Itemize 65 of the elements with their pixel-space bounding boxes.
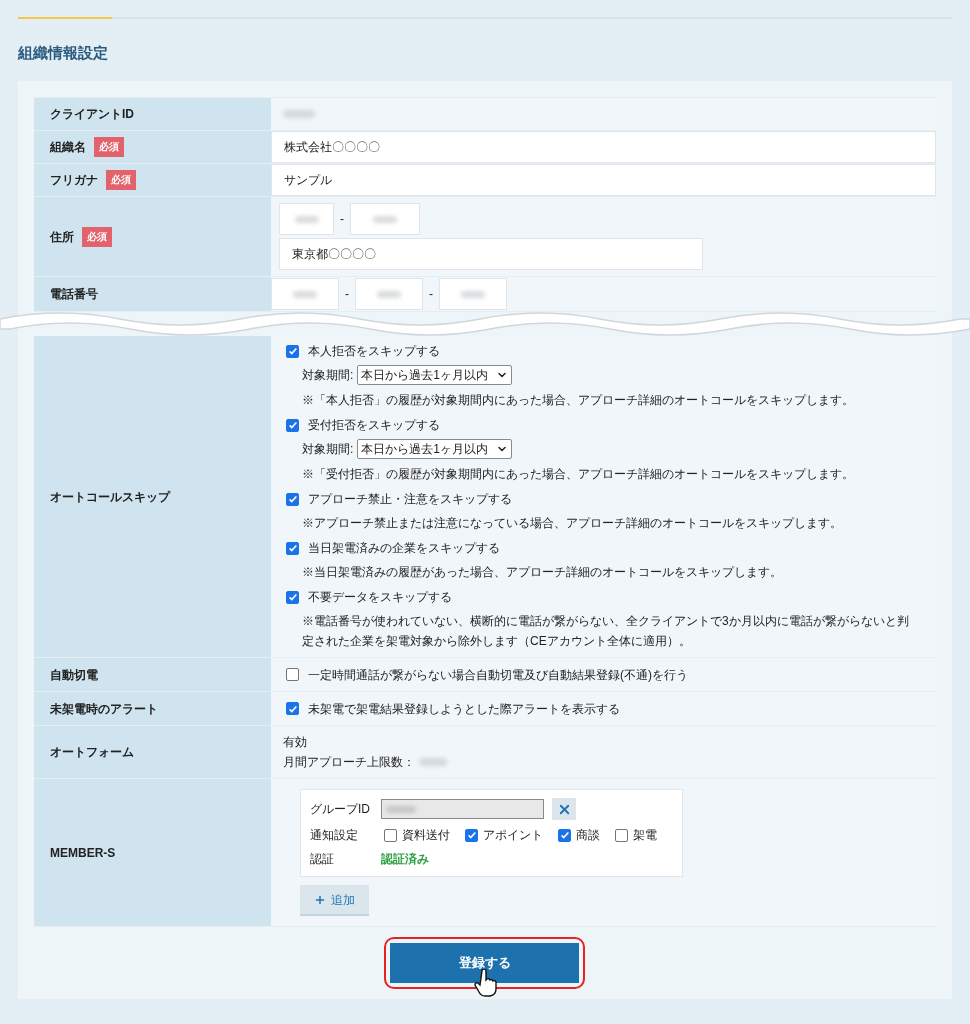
separator-text: - [429, 286, 433, 303]
field-label: 住所 [50, 228, 74, 246]
notify-option-label: 資料送付 [402, 827, 450, 844]
page-title: 組織情報設定 [18, 44, 109, 62]
required-badge: 必須 [82, 226, 112, 247]
notify-option-label: 架電 [633, 827, 657, 844]
option-label: アプローチ禁止・注意をスキップする [308, 491, 512, 508]
hand-cursor-icon [474, 969, 498, 997]
note-text: ※「受付拒否」の履歴が対象期間内にあった場合、アプローチ詳細のオートコールをスキップします。 [301, 466, 855, 483]
period-label: 対象期間: [302, 441, 354, 458]
field-label: フリガナ [50, 172, 98, 189]
note-text: ※アプローチ禁止または注意になっている場合、アプローチ詳細のオートコールをスキップします。 [301, 515, 843, 532]
notify-option-label: 商談 [576, 827, 600, 844]
limit-label: 月間アプローチ上限数： [283, 754, 415, 771]
checkbox[interactable] [286, 418, 299, 432]
checkbox[interactable] [286, 344, 299, 358]
status-text: 有効 [283, 734, 308, 751]
notify-label: 通知設定 [310, 827, 359, 844]
field-label: 自動切電 [50, 666, 98, 684]
submit-button[interactable]: 登録する [390, 943, 579, 983]
notify-option-label: アポイント [483, 827, 543, 844]
separator-text: - [340, 211, 344, 228]
add-button[interactable]: 追加 [300, 885, 369, 916]
option-label: 本人拒否をスキップする [308, 343, 440, 360]
checkbox[interactable] [286, 668, 299, 681]
input-field[interactable]: 株式会社〇〇〇〇 [271, 131, 936, 163]
option-label: 不要データをスキップする [308, 589, 452, 606]
note-text: ※当日架電済みの履歴があった場合、アプローチ詳細のオートコールをスキップします。 [301, 564, 783, 581]
period-select[interactable]: 本日から過去1ヶ月以内 [357, 439, 513, 459]
required-badge: 必須 [106, 170, 136, 190]
checkbox[interactable] [465, 828, 478, 842]
field-label: 電話番号 [50, 286, 98, 303]
field-label: オートコールスキップ [50, 488, 170, 506]
group-id-label: グループID [310, 801, 371, 818]
option-label: 当日架電済みの企業をスキップする [308, 540, 500, 557]
period-label: 対象期間: [302, 367, 354, 384]
field-label: オートフォーム [50, 744, 134, 761]
checkbox[interactable] [286, 541, 299, 555]
blurred-value [283, 110, 315, 118]
period-select[interactable]: 本日から過去1ヶ月以内 [357, 365, 513, 385]
separator-text: - [345, 286, 349, 303]
checkbox[interactable] [286, 702, 299, 715]
checkbox[interactable] [558, 828, 571, 842]
field-label: 未架電時のアラート [50, 700, 158, 718]
option-label: 一定時間通話が繋がらない場合自動切電及び自動結果登録(不通)を行う [308, 666, 688, 684]
checkbox[interactable] [286, 590, 299, 604]
option-label: 受付拒否をスキップする [308, 417, 440, 434]
input-field[interactable] [381, 799, 544, 819]
input-field[interactable]: サンプル [271, 164, 936, 196]
input-field[interactable]: 東京都〇〇〇〇 [279, 238, 703, 270]
close-button[interactable] [552, 798, 576, 820]
field-label: 組織名 [50, 139, 86, 156]
option-label: 未架電で架電結果登録しようとした際アラートを表示する [308, 700, 620, 718]
blurred-value [419, 758, 447, 766]
auth-status: 認証済み [381, 851, 429, 868]
checkbox[interactable] [384, 828, 397, 842]
auth-label: 認証 [310, 851, 335, 868]
checkbox[interactable] [286, 492, 299, 506]
required-badge: 必須 [94, 137, 124, 157]
field-label: MEMBER-S [50, 844, 116, 862]
note-text: ※「本人拒否」の履歴が対象期間内にあった場合、アプローチ詳細のオートコールをスキップします。 [301, 392, 855, 409]
note-text: ※電話番号が使われていない、横断的に電話が繋がらない、全クライアントで3か月以内に電話が繋がらないと判定された企業を架電対象から除外します（CEアカウント全体に適用）。 [301, 613, 910, 650]
checkbox[interactable] [615, 828, 628, 842]
field-label: クライアントID [50, 106, 134, 123]
plus-icon [314, 893, 326, 906]
